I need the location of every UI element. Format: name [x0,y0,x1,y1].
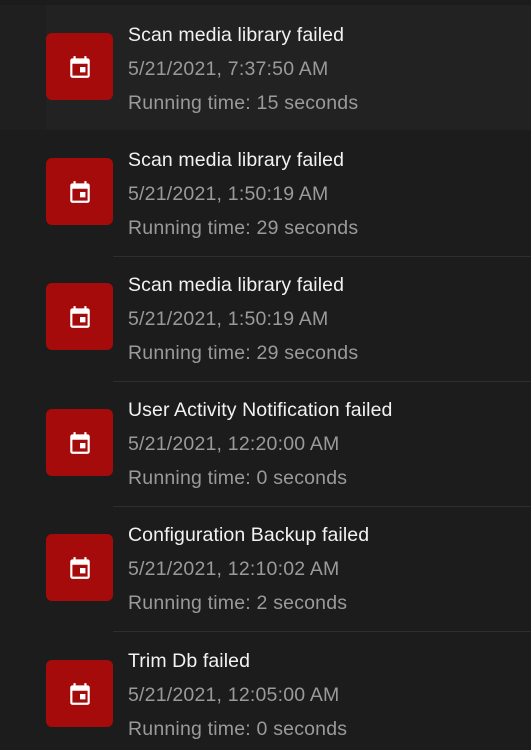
activity-date: 5/21/2021, 1:50:19 AM [128,308,329,330]
activity-item[interactable]: Configuration Backup failed 5/21/2021, 1… [0,506,531,632]
activity-list: Scan media library failed 5/21/2021, 7:3… [0,0,531,750]
activity-title: Trim Db failed [128,650,251,672]
activity-item[interactable]: Scan media library failed 5/21/2021, 1:5… [0,256,531,382]
activity-date: 5/21/2021, 1:50:19 AM [128,183,329,205]
activity-item[interactable]: Trim Db failed 5/21/2021, 12:05:00 AM Ru… [0,631,531,750]
activity-running-time: Running time: 0 seconds [128,467,348,489]
activity-running-time: Running time: 29 seconds [128,217,359,239]
activity-text: User Activity Notification failed 5/21/2… [128,397,521,491]
activity-text: Scan media library failed 5/21/2021, 1:5… [128,272,521,366]
activity-running-time: Running time: 15 seconds [128,92,359,114]
activity-running-time: Running time: 29 seconds [128,342,359,364]
calendar-icon [46,158,113,225]
calendar-icon [46,660,113,727]
activity-date: 5/21/2021, 12:20:00 AM [128,433,340,455]
activity-date: 5/21/2021, 12:05:00 AM [128,684,340,706]
activity-text: Scan media library failed 5/21/2021, 7:3… [128,22,521,116]
activity-running-time: Running time: 2 seconds [128,592,348,614]
calendar-icon [46,33,113,100]
calendar-icon [46,409,113,476]
activity-date: 5/21/2021, 12:10:02 AM [128,558,340,580]
activity-text: Configuration Backup failed 5/21/2021, 1… [128,522,521,616]
activity-running-time: Running time: 0 seconds [128,718,348,740]
activity-title: Scan media library failed [128,24,345,46]
activity-title: Scan media library failed [128,274,345,296]
activity-item[interactable]: User Activity Notification failed 5/21/2… [0,381,531,507]
activity-text: Scan media library failed 5/21/2021, 1:5… [128,147,521,241]
calendar-icon [46,534,113,601]
activity-text: Trim Db failed 5/21/2021, 12:05:00 AM Ru… [128,648,521,742]
activity-date: 5/21/2021, 7:37:50 AM [128,58,329,80]
activity-title: Configuration Backup failed [128,524,370,546]
activity-item[interactable]: Scan media library failed 5/21/2021, 1:5… [0,131,531,257]
activity-item[interactable]: Scan media library failed 5/21/2021, 7:3… [0,5,531,130]
calendar-icon [46,283,113,350]
activity-title: Scan media library failed [128,149,345,171]
activity-title: User Activity Notification failed [128,399,393,421]
